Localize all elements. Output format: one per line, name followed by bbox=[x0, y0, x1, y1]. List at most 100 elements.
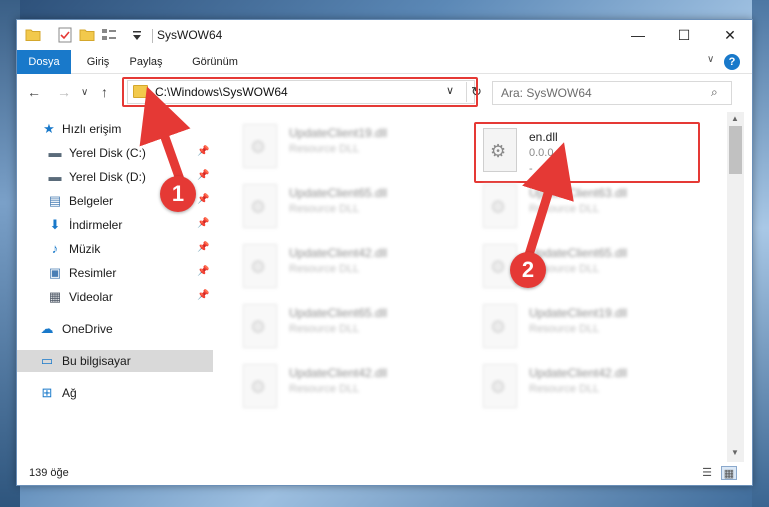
pictures-icon: ▣ bbox=[48, 265, 62, 280]
sidebar-item-label: Bu bilgisayar bbox=[62, 354, 131, 368]
download-icon: ⬇ bbox=[49, 217, 61, 232]
tab-file[interactable]: Dosya bbox=[17, 50, 71, 74]
sidebar-item-this-pc[interactable]: ▭ Bu bilgisayar bbox=[17, 350, 213, 372]
gear-icon: ⚙ bbox=[250, 137, 267, 157]
sidebar-item-label: Videolar bbox=[69, 290, 113, 304]
list-item[interactable]: ⚙ UpdateClient63.dll Resource DLL bbox=[473, 180, 703, 238]
recent-locations-icon[interactable]: ∨ bbox=[81, 87, 88, 98]
file-description: Resource DLL bbox=[529, 203, 600, 215]
details-view-icon[interactable]: ☰ bbox=[699, 466, 715, 480]
file-description: Resource DLL bbox=[289, 263, 360, 275]
cloud-icon: ☁ bbox=[40, 321, 54, 336]
tab-share[interactable]: Paylaş bbox=[121, 50, 171, 74]
sidebar-item-downloads[interactable]: ⬇ İndirmeler 📌 bbox=[17, 214, 213, 236]
file-name: UpdateClient19.dll bbox=[289, 126, 388, 140]
minimize-button[interactable]: — bbox=[615, 20, 661, 50]
file-name: UpdateClient42.dll bbox=[529, 366, 628, 380]
new-folder-icon[interactable] bbox=[79, 27, 95, 43]
sidebar-item-label: Müzik bbox=[69, 242, 101, 256]
list-item[interactable]: ⚙ UpdateClient65.dll Resource DLL bbox=[473, 240, 703, 298]
file-name: UpdateClient63.dll bbox=[529, 186, 628, 200]
dll-file-icon: ⚙ bbox=[243, 304, 277, 348]
window-title: SysWOW64 bbox=[157, 28, 223, 42]
back-arrow-icon[interactable]: ← bbox=[27, 84, 41, 100]
file-name: UpdateClient65.dll bbox=[289, 186, 388, 200]
sidebar-item-label: Resimler bbox=[69, 266, 117, 280]
file-description: Resource DLL bbox=[289, 143, 360, 155]
sidebar-item-onedrive[interactable]: ☁ OneDrive bbox=[17, 318, 213, 340]
dll-file-icon: ⚙ bbox=[483, 184, 517, 228]
list-item[interactable]: ⚙ UpdateClient42.dll Resource DLL bbox=[233, 240, 463, 298]
pin-icon: 📌 bbox=[197, 242, 210, 253]
gear-icon: ⚙ bbox=[490, 197, 507, 217]
pin-icon: 📌 bbox=[197, 290, 210, 301]
tab-view[interactable]: Görünüm bbox=[185, 50, 245, 74]
customize-toolbar-icon[interactable] bbox=[129, 27, 145, 43]
search-box[interactable]: Ara: SysWOW64 ⌕ bbox=[492, 81, 732, 105]
folder-icon bbox=[25, 29, 41, 41]
scroll-up-icon[interactable]: ▲ bbox=[731, 114, 739, 123]
gear-icon: ⚙ bbox=[250, 317, 267, 337]
network-icon: ⊞ bbox=[41, 385, 53, 400]
gear-icon: ⚙ bbox=[490, 257, 507, 277]
sidebar-item-music[interactable]: ♪ Müzik 📌 bbox=[17, 238, 213, 260]
ribbon: Dosya Giriş Paylaş Görünüm ∨ ? bbox=[17, 50, 752, 74]
pin-icon: 📌 bbox=[197, 266, 210, 277]
step-badge-1: 1 bbox=[160, 176, 196, 212]
scrollbar-thumb[interactable] bbox=[729, 126, 742, 174]
ribbon-expand-icon[interactable]: ∨ bbox=[707, 54, 714, 65]
file-list: ⚙ UpdateClient19.dll Resource DLL ⚙ Upda… bbox=[213, 112, 727, 462]
sidebar-item-label: OneDrive bbox=[62, 322, 113, 336]
sidebar-item-label: Hızlı erişim bbox=[62, 122, 122, 136]
list-item[interactable]: ⚙ UpdateClient42.dll Resource DLL bbox=[233, 360, 463, 418]
list-item[interactable]: ⚙ UpdateClient65.dll Resource DLL bbox=[233, 300, 463, 358]
sidebar-item-label: Belgeler bbox=[69, 194, 114, 208]
sidebar-item-label: Yerel Disk (D:) bbox=[69, 170, 146, 184]
sidebar-item-videos[interactable]: ▦ Videolar 📌 bbox=[17, 286, 213, 308]
sidebar-item-pictures[interactable]: ▣ Resimler 📌 bbox=[17, 262, 213, 284]
forward-arrow-icon[interactable]: → bbox=[57, 84, 71, 100]
star-icon: ★ bbox=[43, 121, 55, 136]
help-icon[interactable]: ? bbox=[724, 54, 740, 70]
properties-icon[interactable] bbox=[57, 27, 73, 43]
dll-file-icon: ⚙ bbox=[483, 304, 517, 348]
computer-icon: ▭ bbox=[40, 353, 54, 368]
list-item[interactable]: ⚙ UpdateClient19.dll Resource DLL bbox=[233, 120, 463, 178]
dll-file-icon: ⚙ bbox=[483, 364, 517, 408]
close-button[interactable]: ✕ bbox=[707, 20, 753, 50]
dll-file-icon: ⚙ bbox=[243, 244, 277, 288]
dll-file-icon: ⚙ bbox=[243, 184, 277, 228]
search-placeholder[interactable]: Ara: SysWOW64 bbox=[501, 86, 592, 100]
pin-icon: 📌 bbox=[197, 146, 210, 157]
sidebar-item-quick-access[interactable]: ★ Hızlı erişim bbox=[17, 118, 213, 140]
file-name: UpdateClient65.dll bbox=[289, 306, 388, 320]
vertical-scrollbar[interactable]: ▲ ▼ bbox=[727, 112, 744, 462]
navigation-pane: ★ Hızlı erişim ▬ Yerel Disk (C:) 📌 ▬ Yer… bbox=[17, 112, 213, 462]
title-bar: SysWOW64 — ☐ ✕ bbox=[17, 20, 752, 50]
scroll-down-icon[interactable]: ▼ bbox=[731, 448, 739, 457]
navigation-bar: ← → ∨ ↑ C:\Windows\SysWOW64 ∨ ↻ Ara: Sys… bbox=[17, 74, 752, 112]
up-arrow-icon[interactable]: ↑ bbox=[101, 84, 108, 100]
tiles-view-icon[interactable]: ▦ bbox=[721, 466, 737, 480]
file-name: UpdateClient42.dll bbox=[289, 246, 388, 260]
sidebar-item-label: Ağ bbox=[62, 386, 77, 400]
drive-icon: ▬ bbox=[48, 169, 62, 184]
sidebar-item-network[interactable]: ⊞ Ağ bbox=[17, 382, 213, 404]
file-name: UpdateClient65.dll bbox=[529, 246, 628, 260]
item-count: 139 öğe bbox=[29, 467, 69, 479]
file-highlight-box bbox=[474, 122, 700, 183]
list-item[interactable]: ⚙ UpdateClient65.dll Resource DLL bbox=[233, 180, 463, 238]
view-options-icon[interactable] bbox=[101, 27, 117, 43]
step-badge-2: 2 bbox=[510, 252, 546, 288]
tab-home[interactable]: Giriş bbox=[77, 50, 119, 74]
gear-icon: ⚙ bbox=[250, 377, 267, 397]
list-item[interactable]: ⚙ UpdateClient19.dll Resource DLL bbox=[473, 300, 703, 358]
drive-icon: ▬ bbox=[48, 145, 62, 160]
maximize-button[interactable]: ☐ bbox=[661, 20, 707, 50]
search-icon[interactable]: ⌕ bbox=[711, 85, 718, 100]
list-item[interactable]: ⚙ UpdateClient42.dll Resource DLL bbox=[473, 360, 703, 418]
music-icon: ♪ bbox=[51, 241, 59, 256]
sidebar-item-local-disk-c[interactable]: ▬ Yerel Disk (C:) 📌 bbox=[17, 142, 213, 164]
file-name: UpdateClient19.dll bbox=[529, 306, 628, 320]
dll-file-icon: ⚙ bbox=[243, 364, 277, 408]
